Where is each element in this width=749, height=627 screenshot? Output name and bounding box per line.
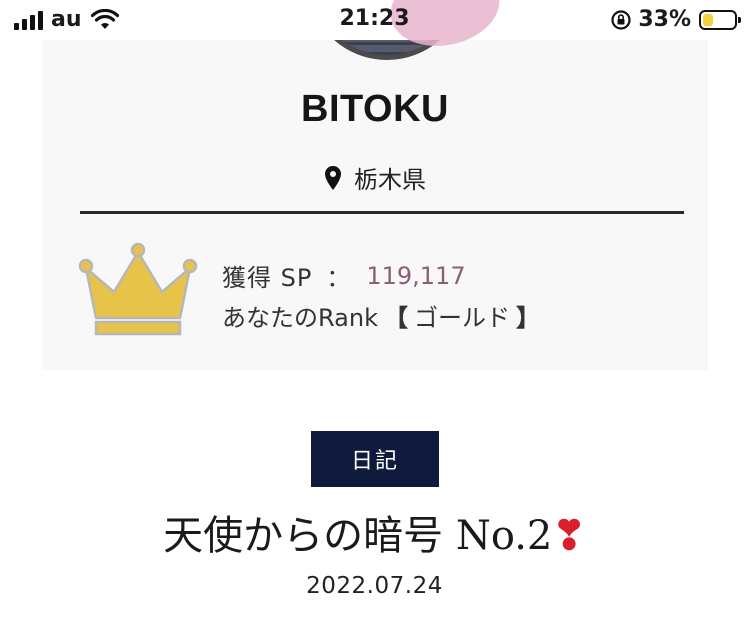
sp-label: 獲得 SP	[222, 264, 313, 292]
rank-open-bracket: 【	[383, 304, 408, 332]
sp-colon: ：	[326, 264, 351, 292]
profile-location: 栃木県	[42, 160, 708, 195]
rank-prefix: あなたのRank	[222, 304, 378, 332]
profile-username: BITOKU	[301, 88, 449, 130]
sp-value: 119,117	[356, 255, 482, 296]
post-title: 天使からの暗号 No.2❣	[0, 503, 749, 561]
profile-card: BITOKU 栃木県 獲得 SP ： 119,117 あなたのRank 【 ゴー…	[42, 40, 708, 370]
map-pin-icon	[325, 165, 341, 190]
sp-row: 獲得 SP ： 119,117	[222, 255, 482, 296]
category-badge[interactable]: 日記	[311, 431, 439, 487]
rank-row: あなたのRank 【 ゴールド 】	[222, 298, 546, 333]
rank-close-bracket: 】	[515, 304, 540, 332]
post-date: 2022.07.24	[306, 573, 443, 599]
heart-exclamation-icon: ❣	[552, 512, 586, 559]
crown-icon	[78, 242, 198, 336]
rank-name: ゴールド	[413, 304, 510, 332]
status-bar: au 21:23 33%	[0, 0, 749, 40]
status-time: 21:23	[339, 6, 410, 31]
profile-divider	[80, 211, 684, 214]
location-label: 栃木県	[354, 166, 426, 194]
post-title-text: 天使からの暗号 No.2	[163, 513, 553, 559]
